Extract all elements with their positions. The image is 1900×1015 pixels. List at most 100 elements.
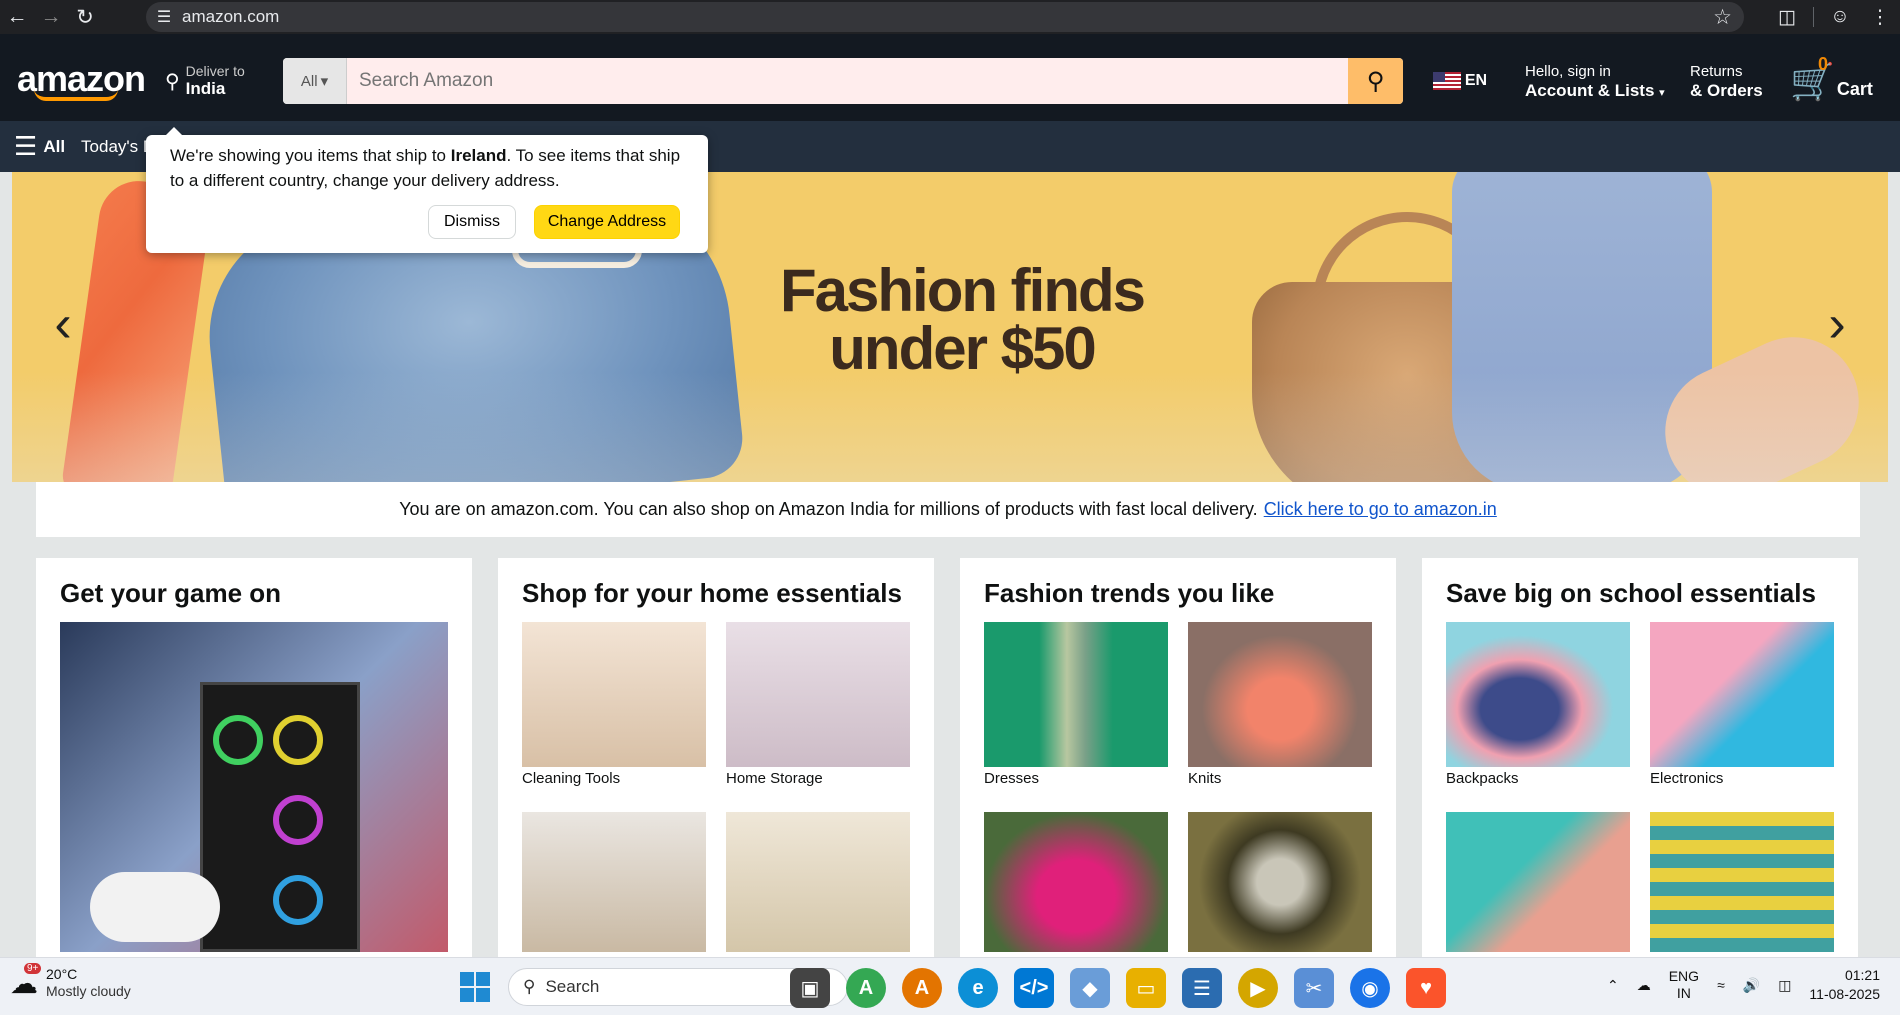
clock[interactable]: 01:21 11-08-2025 [1809,966,1880,1004]
volume-icon[interactable]: 🔊 [1743,977,1760,994]
input-language[interactable]: ENG IN [1669,968,1699,1002]
windows-start-icon[interactable] [460,972,490,1002]
card-gaming: Get your game on [36,558,472,957]
vscode-icon[interactable]: </> [1014,968,1054,1008]
amazon-logo[interactable]: amazon [12,51,150,111]
amazon-header: amazon ⚲ Deliver to India All ▾ ⚲ EN Hel… [0,42,1900,121]
reload-icon[interactable]: ↻ [68,0,102,34]
tile-home-decor[interactable] [522,812,706,952]
battery-icon[interactable]: ◫ [1778,977,1791,994]
tile-electronics[interactable]: Electronics [1650,622,1834,792]
url-text: amazon.com [182,7,280,26]
cleaning-tools-image [522,622,706,767]
card-title: Shop for your home essentials [522,578,902,608]
chevron-up-icon[interactable]: ⌃ [1607,977,1619,994]
logo-smile [34,89,118,101]
hero-headline-line1: Fashion finds [780,257,1146,324]
toolbar-divider [1813,7,1814,27]
card-title: Save big on school essentials [1446,578,1816,608]
returns-orders-link[interactable]: Returns & Orders [1690,57,1778,109]
chevron-down-icon: ▾ [320,73,329,90]
fan-light [273,875,323,925]
controller-shape [90,872,220,942]
carousel-prev-icon[interactable]: ‹ [42,292,84,356]
dismiss-button[interactable]: Dismiss [428,205,516,239]
file-explorer-icon[interactable]: ▭ [1126,968,1166,1008]
card-fashion-trends: Fashion trends you like Dresses Knits [960,558,1396,957]
search-submit-button[interactable]: ⚲ [1348,58,1403,104]
chrome-profile-a-icon[interactable]: A [846,968,886,1008]
tile-kids-clothes[interactable] [1650,812,1834,952]
edge-icon[interactable]: e [958,968,998,1008]
tile-caption: Electronics [1650,770,1724,787]
search-category-dropdown[interactable]: All ▾ [283,58,347,104]
tile-caption: Cleaning Tools [522,770,621,787]
hamburger-menu-icon: ☰ [14,131,38,161]
info-text: You are on amazon.com. You can also shop… [399,499,1258,519]
snipping-tool-icon[interactable]: ✂ [1294,968,1334,1008]
card-school-essentials: Save big on school essentials Backpacks … [1422,558,1858,957]
back-icon[interactable]: ← [0,0,34,34]
tile-necklace[interactable] [1188,812,1372,952]
tile-caption: Home Storage [726,770,823,787]
site-settings-icon[interactable]: ☰ [146,7,182,27]
media-player-icon[interactable]: ▶ [1238,968,1278,1008]
account-label: Account & Lists ▾ [1525,81,1680,103]
tile-bedding[interactable] [726,812,910,952]
amazon-in-link[interactable]: Click here to go to amazon.in [1264,499,1497,520]
weather-desc: Mostly cloudy [46,983,131,999]
brave-icon[interactable]: ♥ [1406,968,1446,1008]
profile-icon[interactable]: ☺ [1820,6,1860,28]
bookmark-star-icon[interactable]: ☆ [1713,5,1732,30]
deliver-to-button[interactable]: ⚲ Deliver to India [157,52,261,110]
tile-dresses[interactable]: Dresses [984,622,1168,792]
tile-blazer[interactable] [984,812,1168,952]
tile-caption: Backpacks [1446,770,1519,787]
hero-fade [12,372,1888,482]
delivery-address-popover: We're showing you items that ship to Ire… [146,127,708,253]
tile-backpacks[interactable]: Backpacks [1446,622,1630,792]
extensions-icon[interactable]: ◫ [1767,6,1807,29]
tile-stationery[interactable] [1446,812,1630,952]
home-decor-image [522,812,706,952]
task-view-icon[interactable]: ▣ [790,968,830,1008]
account-lists-menu[interactable]: Hello, sign in Account & Lists ▾ [1525,57,1680,109]
forward-icon[interactable]: → [34,0,68,34]
search-input[interactable] [347,58,1348,104]
header-top-strip [0,34,1900,42]
carousel-next-icon[interactable]: › [1816,292,1858,356]
chrome-active-icon[interactable]: ◉ [1350,968,1390,1008]
chrome-profile-b-icon[interactable]: A [902,968,942,1008]
electronics-image [1650,622,1834,767]
lang-line2: IN [1676,985,1691,1001]
address-bar[interactable]: ☰ amazon.com ☆ [146,2,1744,32]
card-home-essentials: Shop for your home essentials Cleaning T… [498,558,934,957]
cloud-icon: ☁ 9+ [10,962,42,1000]
us-flag-icon [1432,72,1461,90]
hero-headline-line2: under $50 [829,315,1096,382]
cart-icon: 🛒 [1790,61,1835,102]
tile-knits[interactable]: Knits [1188,622,1372,792]
browser-menu-icon[interactable]: ⋮ [1860,6,1900,29]
wifi-icon[interactable]: ≈ [1717,977,1725,993]
git-tool-icon[interactable]: ◆ [1070,968,1110,1008]
change-address-button[interactable]: Change Address [534,205,680,239]
all-menu-button[interactable]: ☰ All [14,131,65,162]
browser-toolbar: ← → ↻ ☰ amazon.com ☆ ◫ ☺ ⋮ [0,0,1900,34]
tile-cleaning-tools[interactable]: Cleaning Tools [522,622,706,792]
fan-light [213,715,263,765]
weather-widget[interactable]: ☁ 9+ 20°C Mostly cloudy [10,962,131,1000]
notepad-icon[interactable]: ☰ [1182,968,1222,1008]
kids-clothes-image [1650,812,1834,952]
dresses-image [984,622,1168,767]
account-lists-text: Account & Lists [1525,81,1655,100]
orders-label: & Orders [1690,81,1763,100]
amazon-india-info-bar: You are on amazon.com. You can also shop… [36,482,1860,537]
windows-taskbar: ☁ 9+ 20°C Mostly cloudy ⚲ Search ▣ A A e … [0,957,1900,1015]
language-selector[interactable]: EN [1425,56,1495,106]
page-content: Fashion finds under $50 ‹ › You are on am… [0,172,1900,957]
tile-home-storage[interactable]: Home Storage [726,622,910,792]
cart-button[interactable]: 🛒 0 Cart [1790,54,1890,110]
onedrive-icon[interactable]: ☁ [1637,977,1651,994]
gaming-pc-image[interactable] [60,622,448,952]
